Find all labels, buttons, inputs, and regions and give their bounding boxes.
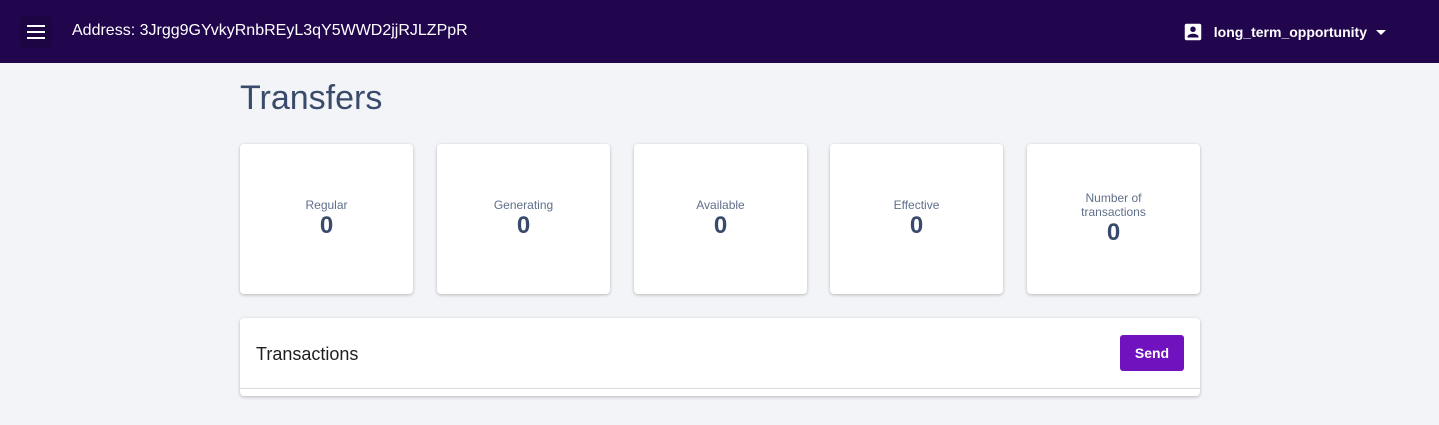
chevron-down-icon [1376, 29, 1386, 35]
stat-label: Number of transactions [1081, 191, 1146, 219]
menu-line [27, 31, 45, 33]
stat-label: Effective [893, 198, 940, 212]
menu-line [27, 37, 45, 39]
account-box-icon [1184, 23, 1202, 41]
stat-value: 0 [319, 212, 334, 239]
stat-card-regular: Regular 0 [240, 144, 413, 294]
stat-value: 0 [1106, 219, 1121, 246]
stat-card-generating: Generating 0 [437, 144, 610, 294]
stat-value: 0 [516, 212, 531, 239]
wallet-address: Address: 3Jrgg9GYvkyRnbREyL3qY5WWD2jjRJL… [72, 22, 468, 39]
stat-label: Generating [493, 198, 554, 212]
menu-line [27, 25, 45, 27]
stat-card-available: Available 0 [634, 144, 807, 294]
divider [240, 388, 1200, 389]
stat-label: Available [696, 198, 745, 212]
transactions-panel: Transactions Send [240, 318, 1200, 396]
send-button[interactable]: Send [1120, 335, 1184, 371]
stat-card-number-of-transactions: Number of transactions 0 [1027, 144, 1200, 294]
stat-value: 0 [909, 212, 924, 239]
stats-row: Regular 0 Generating 0 Available 0 Effec… [240, 144, 1200, 294]
hamburger-menu-icon[interactable] [20, 16, 52, 48]
transactions-title: Transactions [256, 344, 359, 364]
account-menu[interactable]: long_term_opportunity [1182, 20, 1386, 44]
stat-label: Regular [305, 198, 348, 212]
account-name: long_term_opportunity [1213, 24, 1367, 40]
stat-value: 0 [713, 212, 728, 239]
top-app-bar: Address: 3Jrgg9GYvkyRnbREyL3qY5WWD2jjRJL… [0, 0, 1439, 63]
page-title: Transfers [240, 79, 383, 117]
stat-card-effective: Effective 0 [830, 144, 1003, 294]
